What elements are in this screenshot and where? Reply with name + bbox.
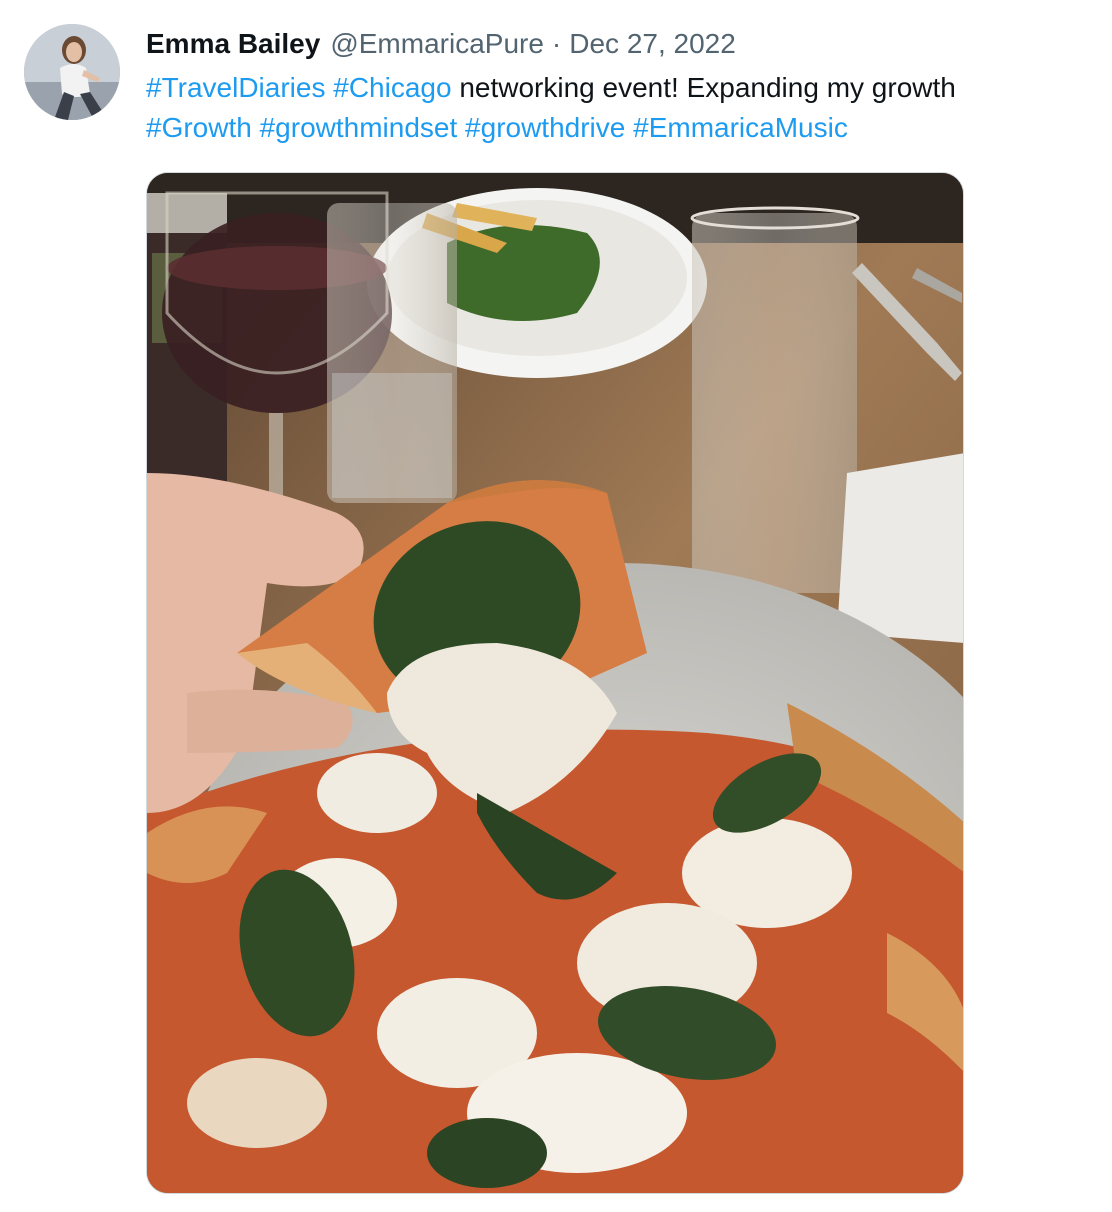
tweet-body-text: networking event! Expanding my growth — [451, 72, 956, 103]
tweet-media[interactable] — [146, 172, 964, 1194]
tweet-text-line-2: #Growth #growthmindset #growthdrive #Emm… — [146, 108, 1076, 148]
tweet-header: Emma Bailey @EmmaricaPure · Dec 27, 2022 — [146, 26, 736, 62]
author-display-name[interactable]: Emma Bailey — [146, 26, 320, 62]
tweet: Emma Bailey @EmmaricaPure · Dec 27, 2022… — [0, 0, 1112, 1212]
hashtag-emmaricamusic[interactable]: #EmmaricaMusic — [633, 112, 848, 143]
hashtag-traveldiaries[interactable]: #TravelDiaries — [146, 72, 325, 103]
photo-icon — [147, 173, 963, 1193]
tweet-text: #TravelDiaries #Chicago networking event… — [146, 68, 1076, 148]
avatar[interactable] — [24, 24, 120, 120]
hashtag-growthdrive[interactable]: #growthdrive — [465, 112, 625, 143]
tweet-text-line-1: #TravelDiaries #Chicago networking event… — [146, 68, 1076, 108]
hashtag-growthmindset[interactable]: #growthmindset — [260, 112, 458, 143]
tweet-date[interactable]: Dec 27, 2022 — [569, 26, 736, 62]
header-separator: · — [551, 28, 562, 59]
hashtag-chicago[interactable]: #Chicago — [333, 72, 451, 103]
avatar-photo-icon — [24, 24, 120, 120]
hashtag-growth[interactable]: #Growth — [146, 112, 252, 143]
author-handle[interactable]: @EmmaricaPure — [330, 26, 544, 62]
